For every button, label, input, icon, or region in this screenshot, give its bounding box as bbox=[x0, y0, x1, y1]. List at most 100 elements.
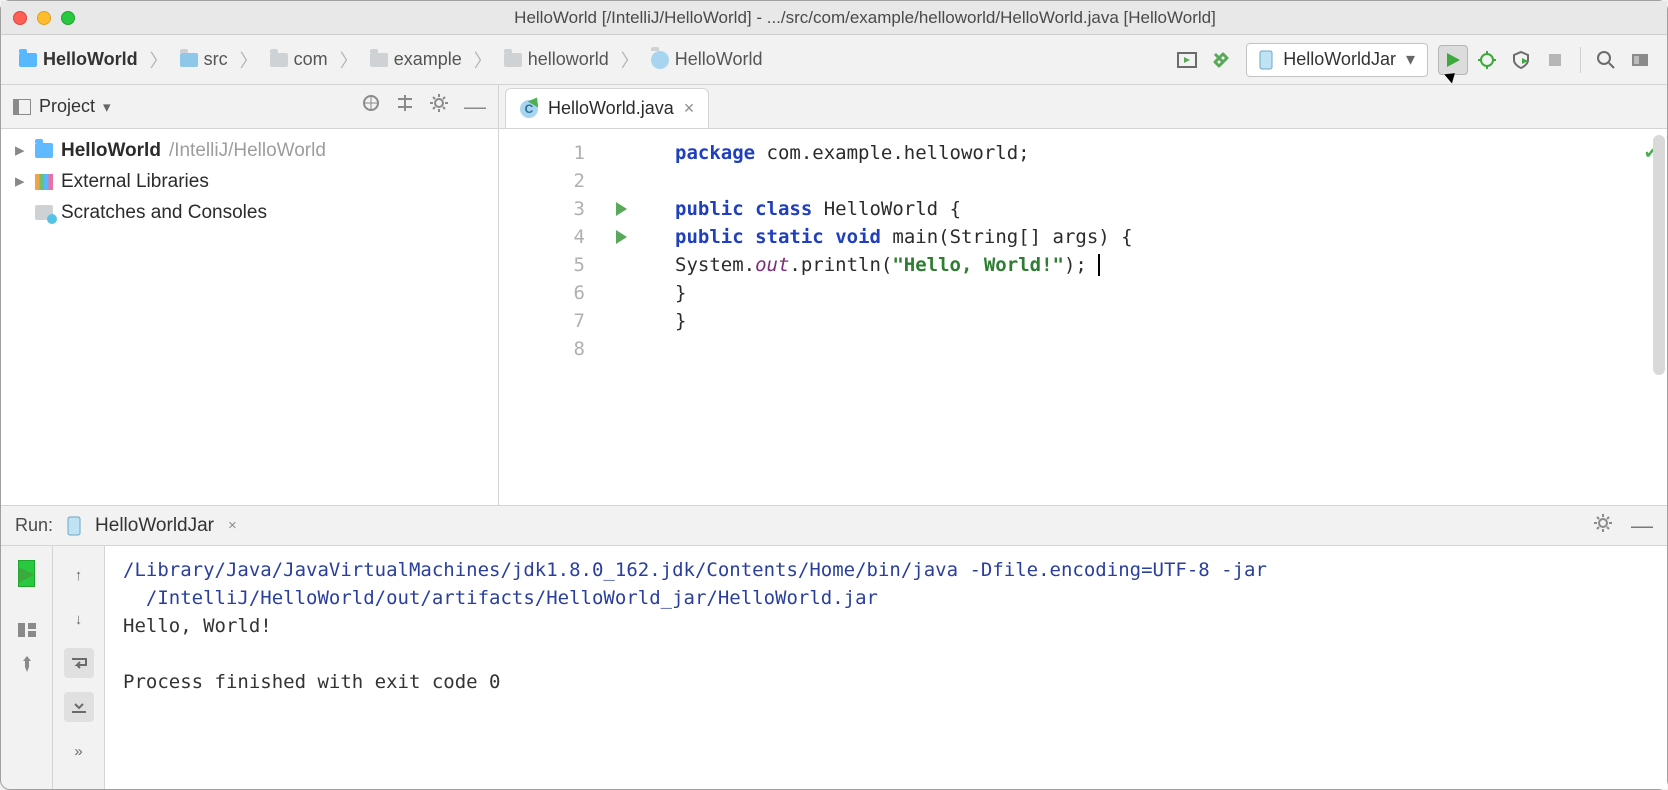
module-icon bbox=[19, 53, 37, 67]
scratches-node[interactable]: ▸ Scratches and Consoles bbox=[1, 197, 498, 228]
console-line: /Library/Java/JavaVirtualMachines/jdk1.8… bbox=[123, 559, 1267, 581]
locate-icon[interactable] bbox=[362, 94, 380, 120]
node-label: HelloWorld bbox=[61, 140, 161, 162]
layout-button[interactable] bbox=[18, 623, 36, 637]
close-window-button[interactable] bbox=[13, 11, 27, 25]
editor-tab-row: C HelloWorld.java × bbox=[499, 85, 1667, 129]
code-token: package bbox=[675, 142, 755, 164]
debug-button[interactable] bbox=[1472, 45, 1502, 75]
pin-icon[interactable] bbox=[19, 655, 35, 673]
hide-icon[interactable]: — bbox=[464, 94, 486, 120]
run-configuration-label: HelloWorldJar bbox=[1283, 49, 1396, 70]
project-root-node[interactable]: ▸ HelloWorld /IntelliJ/HelloWorld bbox=[1, 135, 498, 166]
code-token: } bbox=[675, 279, 1667, 307]
code-token: static bbox=[755, 226, 824, 248]
scroll-to-end-icon[interactable] bbox=[64, 692, 94, 722]
project-tree[interactable]: ▸ HelloWorld /IntelliJ/HelloWorld ▸ Exte… bbox=[1, 129, 498, 505]
toolbar-separator bbox=[1580, 47, 1581, 73]
breadcrumb-item[interactable]: src bbox=[204, 49, 228, 70]
breadcrumb-separator-icon: 〉 bbox=[334, 47, 364, 73]
run-tool-window: Run: HelloWorldJar × — ▶ ↑ ↓ » /Library/… bbox=[1, 505, 1667, 789]
node-path: /IntelliJ/HelloWorld bbox=[169, 140, 326, 162]
search-everywhere-button[interactable] bbox=[1591, 45, 1621, 75]
gear-icon[interactable] bbox=[1593, 513, 1613, 539]
project-view-icon bbox=[13, 99, 31, 115]
stop-button[interactable] bbox=[1540, 45, 1570, 75]
more-icon[interactable]: » bbox=[64, 736, 94, 766]
run-nav-column: ↑ ↓ » bbox=[53, 546, 105, 789]
close-tab-icon[interactable]: × bbox=[684, 98, 695, 119]
line-number: 5 bbox=[499, 251, 585, 279]
breadcrumb-item[interactable]: HelloWorld bbox=[43, 49, 138, 70]
line-number: 4 bbox=[499, 223, 585, 251]
run-dashboard-icon[interactable] bbox=[1172, 45, 1202, 75]
external-libraries-node[interactable]: ▸ External Libraries bbox=[1, 166, 498, 197]
project-panel-header: Project ▾ — bbox=[1, 85, 498, 129]
chevron-down-icon[interactable]: ▾ bbox=[103, 98, 111, 116]
chevron-down-icon: ▾ bbox=[1406, 49, 1415, 70]
breadcrumb-item[interactable]: helloworld bbox=[528, 49, 609, 70]
run-action-column: ▶ bbox=[1, 546, 53, 789]
close-run-tab-icon[interactable]: × bbox=[228, 517, 237, 534]
coverage-button[interactable] bbox=[1506, 45, 1536, 75]
zoom-window-button[interactable] bbox=[61, 11, 75, 25]
console-output[interactable]: /Library/Java/JavaVirtualMachines/jdk1.8… bbox=[105, 546, 1667, 789]
console-line: Hello, World! bbox=[123, 615, 272, 637]
jar-icon bbox=[67, 516, 81, 536]
build-icon[interactable] bbox=[1206, 45, 1236, 75]
up-stack-icon[interactable]: ↑ bbox=[64, 560, 94, 590]
code-editor[interactable]: ✔ 1 2 3 4 5 6 7 8 package com.example.he… bbox=[499, 129, 1667, 505]
hide-icon[interactable]: — bbox=[1631, 513, 1653, 539]
class-icon: C bbox=[520, 100, 538, 118]
breadcrumb-item[interactable]: example bbox=[394, 49, 462, 70]
code-token: class bbox=[755, 198, 812, 220]
run-button[interactable] bbox=[1438, 45, 1468, 75]
line-number: 7 bbox=[499, 307, 585, 335]
minimize-window-button[interactable] bbox=[37, 11, 51, 25]
rerun-button[interactable]: ▶ bbox=[18, 560, 35, 587]
gear-icon[interactable] bbox=[430, 94, 448, 120]
folder-icon bbox=[270, 53, 288, 67]
editor-tab[interactable]: C HelloWorld.java × bbox=[505, 88, 709, 128]
class-icon bbox=[651, 51, 669, 69]
code-token: HelloWorld { bbox=[812, 198, 961, 220]
run-panel-label: Run: bbox=[15, 515, 53, 536]
editor-gutter[interactable]: 1 2 3 4 5 6 7 8 bbox=[499, 129, 595, 505]
main-area: Project ▾ — ▸ HelloWorld /IntelliJ/Hello… bbox=[1, 85, 1667, 505]
node-label: External Libraries bbox=[61, 171, 209, 193]
code-content[interactable]: package com.example.helloworld; public c… bbox=[595, 129, 1667, 505]
run-config-name[interactable]: HelloWorldJar bbox=[95, 515, 214, 537]
expand-arrow-icon[interactable]: ▸ bbox=[15, 139, 27, 162]
text-caret bbox=[1087, 254, 1100, 276]
soft-wrap-icon[interactable] bbox=[64, 648, 94, 678]
project-structure-button[interactable] bbox=[1625, 45, 1655, 75]
code-token: .println( bbox=[789, 254, 892, 276]
line-number: 2 bbox=[499, 167, 585, 195]
expand-all-icon[interactable] bbox=[396, 94, 414, 120]
folder-icon bbox=[504, 53, 522, 67]
code-token: void bbox=[835, 226, 881, 248]
console-line: /IntelliJ/HelloWorld/out/artifacts/Hello… bbox=[123, 587, 878, 609]
breadcrumb-item[interactable]: HelloWorld bbox=[675, 49, 763, 70]
libraries-icon bbox=[35, 174, 53, 190]
navigation-bar: HelloWorld 〉 src 〉 com 〉 example 〉 hello… bbox=[1, 35, 1667, 85]
code-token: System. bbox=[675, 254, 755, 276]
run-panel-header: Run: HelloWorldJar × — bbox=[1, 506, 1667, 546]
down-stack-icon[interactable]: ↓ bbox=[64, 604, 94, 634]
code-token: } bbox=[675, 307, 1667, 335]
breadcrumb: HelloWorld 〉 src 〉 com 〉 example 〉 hello… bbox=[19, 47, 762, 73]
line-number: 3 bbox=[499, 195, 585, 223]
project-tool-window: Project ▾ — ▸ HelloWorld /IntelliJ/Hello… bbox=[1, 85, 499, 505]
breadcrumb-separator-icon: 〉 bbox=[144, 47, 174, 73]
project-panel-label[interactable]: Project bbox=[39, 96, 95, 117]
breadcrumb-item[interactable]: com bbox=[294, 49, 328, 70]
expand-arrow-icon[interactable]: ▸ bbox=[15, 170, 27, 193]
line-number: 8 bbox=[499, 335, 585, 363]
run-configuration-select[interactable]: HelloWorldJar ▾ bbox=[1246, 43, 1428, 77]
line-number: 6 bbox=[499, 279, 585, 307]
code-token: main(String[] args) { bbox=[881, 226, 1133, 248]
code-token: "Hello, World!" bbox=[892, 254, 1064, 276]
breadcrumb-separator-icon: 〉 bbox=[468, 47, 498, 73]
breadcrumb-separator-icon: 〉 bbox=[234, 47, 264, 73]
titlebar: HelloWorld [/IntelliJ/HelloWorld] - .../… bbox=[1, 1, 1667, 35]
